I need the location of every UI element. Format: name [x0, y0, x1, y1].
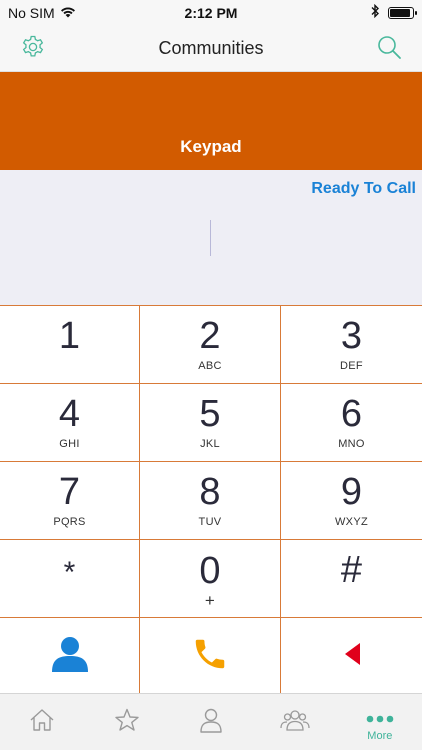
delete-button[interactable]: [281, 618, 422, 694]
keypad-title: Keypad: [180, 137, 242, 156]
key-letters: GHI: [59, 438, 80, 450]
key-digit: 9: [340, 471, 363, 513]
key-digit: #: [340, 549, 363, 591]
key-digit: 4: [58, 393, 81, 435]
tab-more-label: More: [367, 730, 393, 742]
nav-bar: Communities: [0, 26, 422, 72]
key-digit: *: [63, 556, 76, 589]
contact-person-icon: [50, 634, 90, 679]
battery-level: [390, 8, 410, 17]
status-bar: No SIM 2:12 PM: [0, 0, 422, 26]
key-digit: 2: [199, 315, 221, 357]
tab-bar: More: [0, 693, 422, 750]
key-7[interactable]: 7 PQRS: [0, 462, 140, 540]
tab-home[interactable]: [0, 694, 84, 750]
key-digit: 6: [340, 393, 363, 435]
key-digit: 5: [199, 393, 221, 435]
battery-icon: [388, 6, 417, 19]
call-status-label: Ready To Call: [311, 180, 416, 197]
dial-number-input[interactable]: [120, 218, 302, 256]
status-time: 2:12 PM: [184, 5, 238, 21]
key-letters: +: [204, 590, 216, 610]
key-digit: 1: [58, 315, 81, 357]
key-letters: ABC: [198, 360, 222, 372]
tab-contacts[interactable]: [169, 694, 253, 750]
key-8[interactable]: 8 TUV: [140, 462, 281, 540]
page-title: Communities: [158, 38, 264, 58]
key-star[interactable]: *: [0, 540, 140, 618]
key-digit: 7: [58, 471, 81, 513]
text-caret: [210, 220, 211, 256]
key-digit: 8: [199, 471, 221, 513]
key-5[interactable]: 5 JKL: [140, 384, 281, 462]
backspace-icon: [342, 641, 362, 672]
search-icon: [376, 34, 402, 65]
key-letters: MNO: [338, 438, 365, 450]
key-letters: DEF: [340, 360, 363, 372]
contacts-button[interactable]: [0, 618, 140, 694]
key-letters: TUV: [198, 516, 222, 528]
call-button[interactable]: [140, 618, 281, 694]
group-icon: [280, 708, 311, 737]
search-button[interactable]: [374, 34, 404, 64]
bluetooth-icon: [371, 3, 380, 21]
keypad-header: Keypad: [0, 72, 422, 170]
key-4[interactable]: 4 GHI: [0, 384, 140, 462]
tab-favorites[interactable]: [84, 694, 168, 750]
star-icon: [114, 708, 140, 737]
key-0[interactable]: 0 +: [140, 540, 281, 618]
tab-more[interactable]: More: [338, 694, 422, 750]
key-2[interactable]: 2 ABC: [140, 306, 281, 384]
phone-icon: [191, 635, 229, 678]
key-9[interactable]: 9 WXYZ: [281, 462, 422, 540]
keypad-grid: 1 2 ABC 3 DEF 4 GHI 5 JKL 6 MNO 7 PQRS 8…: [0, 305, 422, 694]
key-letters: WXYZ: [335, 516, 368, 528]
home-icon: [29, 708, 55, 737]
more-dots-icon: [365, 710, 395, 728]
key-digit: 0: [199, 549, 221, 592]
key-letters: JKL: [200, 438, 220, 450]
key-1[interactable]: 1: [0, 306, 140, 384]
person-icon: [199, 707, 223, 738]
key-digit: 3: [340, 315, 363, 357]
dial-display: Ready To Call: [0, 170, 422, 305]
key-3[interactable]: 3 DEF: [281, 306, 422, 384]
key-hash[interactable]: #: [281, 540, 422, 618]
status-right: [371, 3, 417, 21]
key-6[interactable]: 6 MNO: [281, 384, 422, 462]
tab-communities[interactable]: [253, 694, 337, 750]
key-letters: PQRS: [53, 516, 86, 528]
